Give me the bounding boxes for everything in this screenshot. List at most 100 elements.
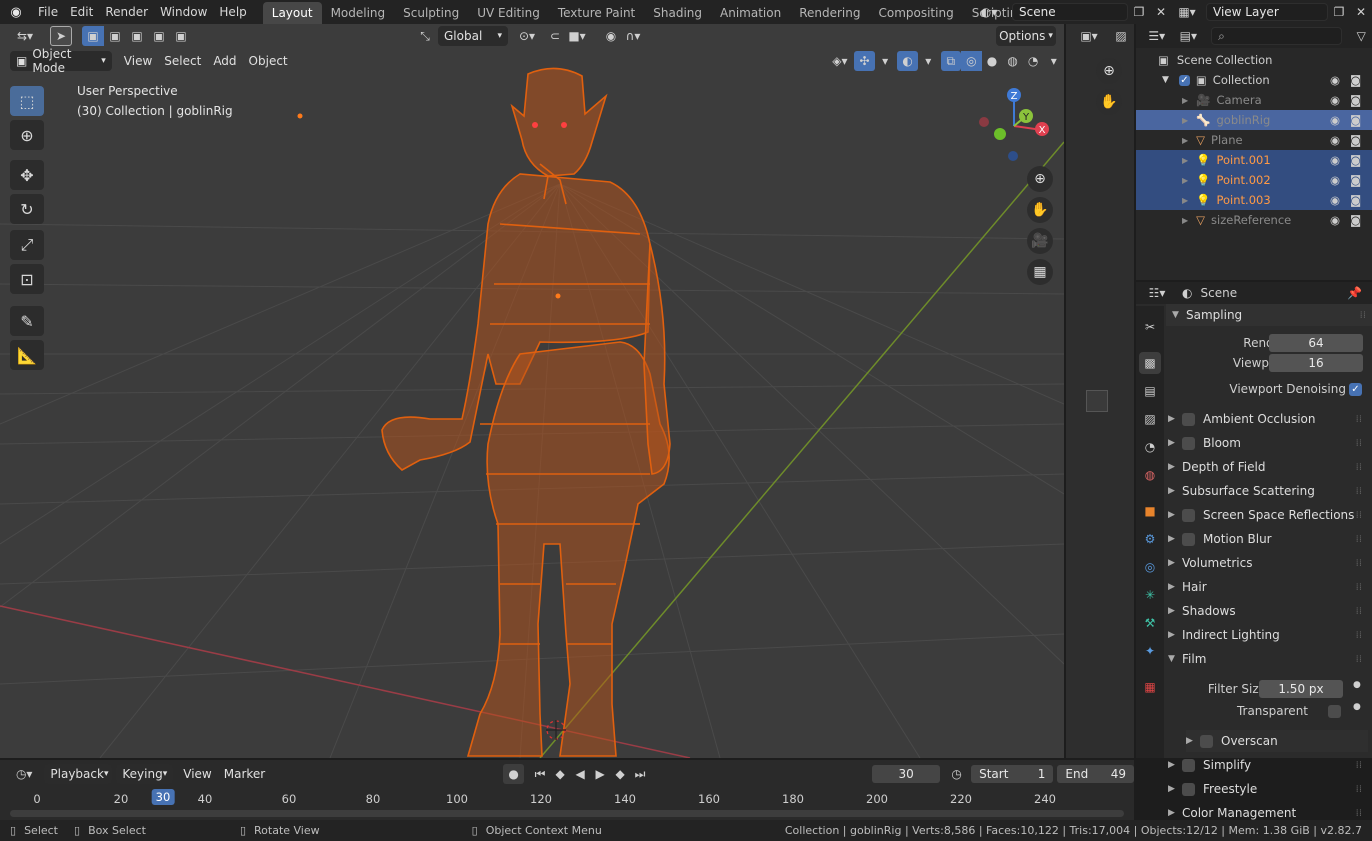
pan-hand-icon[interactable]: ✋ <box>1096 89 1122 115</box>
menu-window[interactable]: Window <box>154 0 213 24</box>
filter-size-field[interactable]: 1.50 px <box>1259 680 1343 698</box>
menu-file[interactable]: File <box>32 0 64 24</box>
drag-handle-icon[interactable]: ⁞⁞ <box>1356 606 1362 617</box>
camera-render-icon[interactable]: ◙ <box>1350 113 1361 127</box>
outliner-row-object[interactable]: ▶ 🦴 goblinRig ◉ ◙ <box>1136 110 1372 130</box>
perspective-toggle-icon[interactable]: ▦ <box>1027 259 1053 285</box>
panel-enable-checkbox[interactable] <box>1182 758 1195 772</box>
pin-icon[interactable]: 📌 <box>1347 286 1362 300</box>
overlays-toggle-icon[interactable]: ◐ <box>897 51 918 71</box>
drag-handle-icon[interactable]: ⁞⁞ <box>1356 630 1362 641</box>
drag-handle-icon[interactable]: ⁞⁞ <box>1356 462 1362 473</box>
drag-handle-icon[interactable]: ⁞⁞ <box>1356 654 1362 665</box>
select-tool-icon[interactable]: ➤ <box>50 26 72 46</box>
camera-render-icon[interactable]: ◙ <box>1350 153 1361 167</box>
collection-checkbox[interactable]: ✓ <box>1178 74 1190 86</box>
tab-animation[interactable]: Animation <box>711 2 790 24</box>
eye-icon[interactable]: ◉ <box>1330 173 1340 187</box>
tab-texture-paint[interactable]: Texture Paint <box>549 2 644 24</box>
shading-dropdown-icon[interactable]: ▾ <box>1043 51 1064 71</box>
texture-tab-icon[interactable]: ▦ <box>1139 676 1161 698</box>
outliner-row-collection[interactable]: ▼ ✓ ▣ Collection ◉ ◙ <box>1136 70 1372 90</box>
eye-icon[interactable]: ◉ <box>1330 133 1340 147</box>
expand-right-icon[interactable]: ▶ <box>1182 116 1188 125</box>
drag-handle-icon[interactable]: ⁞⁞ <box>1356 486 1362 497</box>
delete-scene-icon[interactable]: ✕ <box>1150 2 1172 22</box>
blender-logo-icon[interactable]: ◉ <box>0 0 32 24</box>
rotate-tool-icon[interactable]: ↻ <box>10 194 44 224</box>
drag-handle-icon[interactable]: ⁞⁞ <box>1356 784 1362 795</box>
options-dropdown[interactable]: Options ▾ <box>996 26 1056 46</box>
tab-compositing[interactable]: Compositing <box>869 2 962 24</box>
editor-type-icon[interactable]: ⇆▾ <box>10 26 40 46</box>
tab-rendering[interactable]: Rendering <box>790 2 869 24</box>
collapsed-panel-header[interactable]: ▶ Shadows ⁞⁞ <box>1168 600 1368 622</box>
select-new-icon[interactable]: ▣ <box>82 26 104 46</box>
overscan-subpanel[interactable]: ▶ Overscan <box>1186 730 1368 752</box>
view-layer-field[interactable]: View Layer <box>1206 3 1328 21</box>
collapsed-panel-header[interactable]: ▶ Subsurface Scattering ⁞⁞ <box>1168 480 1368 502</box>
tab-sculpting[interactable]: Sculpting <box>394 2 468 24</box>
render-tab-icon[interactable]: ▩ <box>1139 352 1161 374</box>
world-tab-icon[interactable]: ◍ <box>1139 464 1161 486</box>
camera-render-icon[interactable]: ◙ <box>1350 73 1361 87</box>
expand-right-icon[interactable]: ▶ <box>1182 196 1188 205</box>
menu-select[interactable]: Select <box>158 51 207 71</box>
expand-right-icon[interactable]: ▶ <box>1182 216 1188 225</box>
menu-edit[interactable]: Edit <box>64 0 99 24</box>
eye-icon[interactable]: ◉ <box>1330 153 1340 167</box>
render-samples-field[interactable]: 64 <box>1269 334 1363 352</box>
transparent-checkbox[interactable] <box>1328 705 1341 718</box>
new-scene-icon[interactable]: ❐ <box>1128 2 1150 22</box>
eye-icon[interactable]: ◉ <box>1330 213 1340 227</box>
gizmo-dropdown-icon[interactable]: ▾ <box>875 51 896 71</box>
eye-icon[interactable]: ◉ <box>1330 193 1340 207</box>
menu-help[interactable]: Help <box>213 0 252 24</box>
outliner-search-input[interactable]: ⌕ <box>1211 27 1343 45</box>
camera-render-icon[interactable]: ◙ <box>1350 173 1361 187</box>
drag-handle-icon[interactable]: ⁞⁞ <box>1356 760 1362 771</box>
particles-tab-icon[interactable]: ◎ <box>1139 556 1161 578</box>
select-box-tool-icon[interactable]: ⬚ <box>10 86 44 116</box>
eye-icon[interactable]: ◉ <box>1330 93 1340 107</box>
collapsed-panel-header[interactable]: ▶ Motion Blur ⁞⁞ <box>1168 528 1368 550</box>
camera-render-icon[interactable]: ◙ <box>1350 213 1361 227</box>
select-subtract-icon[interactable]: ▣ <box>126 26 148 46</box>
drag-handle-icon[interactable]: ⁞⁞ <box>1356 808 1362 819</box>
camera-view-icon[interactable]: 🎥 <box>1027 228 1053 254</box>
editor-type-icon[interactable]: ☷▾ <box>1146 283 1168 303</box>
panel-enable-checkbox[interactable] <box>1182 782 1195 796</box>
output-tab-icon[interactable]: ▤ <box>1139 380 1161 402</box>
timeline-scrollbar[interactable] <box>10 810 1124 817</box>
outliner-row-object[interactable]: ▶ 💡 Point.001 ◉ ◙ <box>1136 150 1372 170</box>
scene-name-field[interactable]: Scene <box>1012 3 1128 21</box>
new-view-layer-icon[interactable]: ❐ <box>1328 2 1350 22</box>
wireframe-shading-icon[interactable]: ◎ <box>961 51 982 71</box>
drag-handle-icon[interactable]: ⁞⁞ <box>1360 310 1366 321</box>
expand-down-icon[interactable]: ▼ <box>1162 75 1169 85</box>
drag-handle-icon[interactable]: ⁞⁞ <box>1356 510 1362 521</box>
menu-object[interactable]: Object <box>243 51 294 71</box>
camera-render-icon[interactable]: ◙ <box>1350 93 1361 107</box>
menu-view[interactable]: View <box>118 51 158 71</box>
tab-layout[interactable]: Layout <box>262 2 322 24</box>
collapsed-panel-header[interactable]: ▶ Volumetrics ⁞⁞ <box>1168 552 1368 574</box>
camera-render-icon[interactable]: ◙ <box>1350 133 1361 147</box>
panel-enable-checkbox[interactable] <box>1182 436 1195 450</box>
transform-tool-icon[interactable]: ⊡ <box>10 264 44 294</box>
editor-type-icon[interactable]: ▣▾ <box>1078 26 1100 46</box>
viewport-scene[interactable] <box>0 24 1064 758</box>
annotate-tool-icon[interactable]: ✎ <box>10 306 44 336</box>
data-tab-icon[interactable]: ✦ <box>1139 640 1161 662</box>
collapsed-panel-header[interactable]: ▶ Hair ⁞⁞ <box>1168 576 1368 598</box>
menu-render[interactable]: Render <box>99 0 154 24</box>
measure-tool-icon[interactable]: 📐 <box>10 340 44 370</box>
select-intersect-icon[interactable]: ▣ <box>170 26 192 46</box>
drag-handle-icon[interactable]: ⁞⁞ <box>1356 534 1362 545</box>
drag-handle-icon[interactable]: ⁞⁞ <box>1356 558 1362 569</box>
expand-right-icon[interactable]: ▶ <box>1182 96 1188 105</box>
zoom-icon[interactable]: ⊕ <box>1027 166 1053 192</box>
outliner-row-scene-collection[interactable]: ▣ Scene Collection <box>1136 50 1372 70</box>
keyframe-dot-icon[interactable]: ● <box>1353 680 1361 690</box>
eye-icon[interactable]: ◉ <box>1330 113 1340 127</box>
